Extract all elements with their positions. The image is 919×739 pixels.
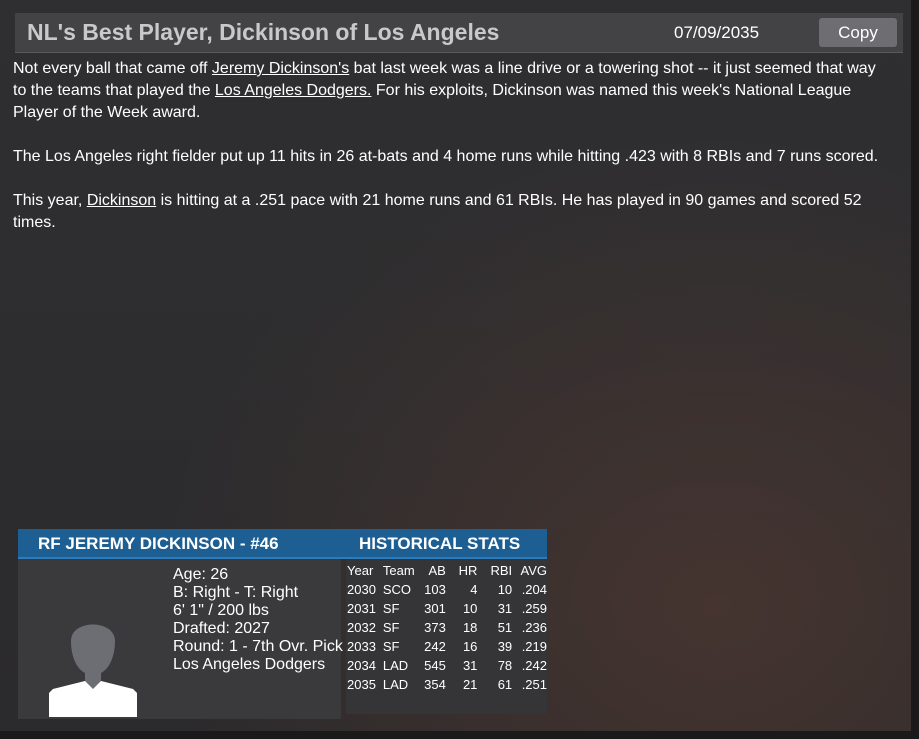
player-card-name[interactable]: RF JEREMY DICKINSON - #46 (38, 534, 279, 554)
stats-row: 2033 SF 242 16 39 .219 (346, 637, 547, 656)
col-team: Team (382, 563, 415, 578)
player-card-info: Age: 26 B: Right - T: Right 6' 1" / 200 … (18, 559, 343, 719)
cell-team: SCO (382, 582, 412, 597)
cell-hr: 16 (462, 639, 478, 654)
player-link[interactable]: Jeremy Dickinson's (212, 60, 349, 77)
player-info: Age: 26 B: Right - T: Right 6' 1" / 200 … (173, 566, 343, 674)
cell-year: 2030 (347, 582, 376, 597)
cell-hr: 10 (462, 601, 478, 616)
cell-year: 2035 (347, 677, 376, 692)
cell-team: LAD (382, 677, 409, 692)
paragraph-2: The Los Angeles right fielder put up 11 … (13, 148, 879, 165)
cell-avg: .204 (521, 582, 547, 597)
cell-rbi: 61 (497, 677, 513, 692)
player-height-weight: 6' 1" / 200 lbs (173, 602, 269, 619)
cell-avg: .259 (521, 601, 547, 616)
article-date: 07/09/2035 (674, 23, 760, 42)
cell-team: SF (382, 601, 400, 616)
cell-year: 2033 (347, 639, 376, 654)
cell-ab: 242 (424, 639, 446, 654)
historical-stats-panel: Year Team AB HR RBI AVG 2030 SCO 103 4 1… (346, 559, 547, 714)
col-hr: HR (458, 563, 478, 578)
cell-ab: 103 (424, 582, 446, 597)
text: This year, (13, 192, 87, 209)
player-age: Age: 26 (173, 566, 229, 583)
cell-avg: .236 (521, 620, 547, 635)
col-rbi: RBI (490, 563, 513, 578)
cell-team: SF (382, 620, 400, 635)
cell-rbi: 10 (497, 582, 513, 597)
paragraph-1: Not every ball that came off Jeremy Dick… (13, 58, 893, 124)
stats-row: 2034 LAD 545 31 78 .242 (346, 656, 547, 675)
stats-row: 2030 SCO 103 4 10 .204 (346, 580, 547, 599)
stats-row: 2032 SF 373 18 51 .236 (346, 618, 547, 637)
article-title: NL's Best Player, Dickinson of Los Angel… (27, 19, 500, 45)
player-drafted: Drafted: 2027 (173, 620, 270, 637)
cell-team: SF (382, 639, 400, 654)
historical-stats-label: HISTORICAL STATS (359, 534, 521, 553)
cell-year: 2031 (347, 601, 376, 616)
cell-hr: 31 (462, 658, 478, 673)
cell-ab: 545 (424, 658, 446, 673)
cell-hr: 21 (462, 677, 478, 692)
article-body: Not every ball that came off Jeremy Dick… (13, 58, 893, 256)
col-ab: AB (428, 563, 446, 578)
player-draft-round: Round: 1 - 7th Ovr. Pick (173, 638, 343, 655)
cell-avg: .219 (521, 639, 547, 654)
person-silhouette-icon (49, 624, 137, 717)
text: Not every ball that came off (13, 60, 212, 77)
stats-row: 2031 SF 301 10 31 .259 (346, 599, 547, 618)
cell-avg: .242 (521, 658, 547, 673)
copy-button[interactable]: Copy (819, 18, 897, 47)
col-avg: AVG (520, 563, 548, 578)
player-card-header: RF JEREMY DICKINSON - #46 HISTORICAL STA… (18, 529, 547, 559)
col-year: Year (347, 563, 374, 578)
cell-rbi: 51 (497, 620, 513, 635)
cell-hr: 4 (470, 582, 478, 597)
cell-ab: 301 (424, 601, 446, 616)
article-header: NL's Best Player, Dickinson of Los Angel… (15, 13, 903, 53)
cell-team: LAD (382, 658, 409, 673)
player-team: Los Angeles Dodgers (173, 656, 326, 673)
cell-rbi: 78 (497, 658, 513, 673)
cell-avg: .251 (521, 677, 547, 692)
team-link[interactable]: Los Angeles Dodgers. (215, 82, 372, 99)
player-bats-throws: B: Right - T: Right (173, 584, 299, 601)
stats-header-row: Year Team AB HR RBI AVG (346, 561, 547, 580)
cell-ab: 373 (424, 620, 446, 635)
stats-row: 2035 LAD 354 21 61 .251 (346, 675, 547, 694)
historical-stats-table: Year Team AB HR RBI AVG 2030 SCO 103 4 1… (346, 561, 547, 694)
player-link[interactable]: Dickinson (87, 192, 156, 209)
cell-ab: 354 (424, 677, 446, 692)
cell-rbi: 39 (497, 639, 513, 654)
cell-hr: 18 (462, 620, 478, 635)
cell-rbi: 31 (497, 601, 513, 616)
cell-year: 2034 (347, 658, 376, 673)
paragraph-3: This year, Dickinson is hitting at a .25… (13, 190, 893, 234)
cell-year: 2032 (347, 620, 376, 635)
